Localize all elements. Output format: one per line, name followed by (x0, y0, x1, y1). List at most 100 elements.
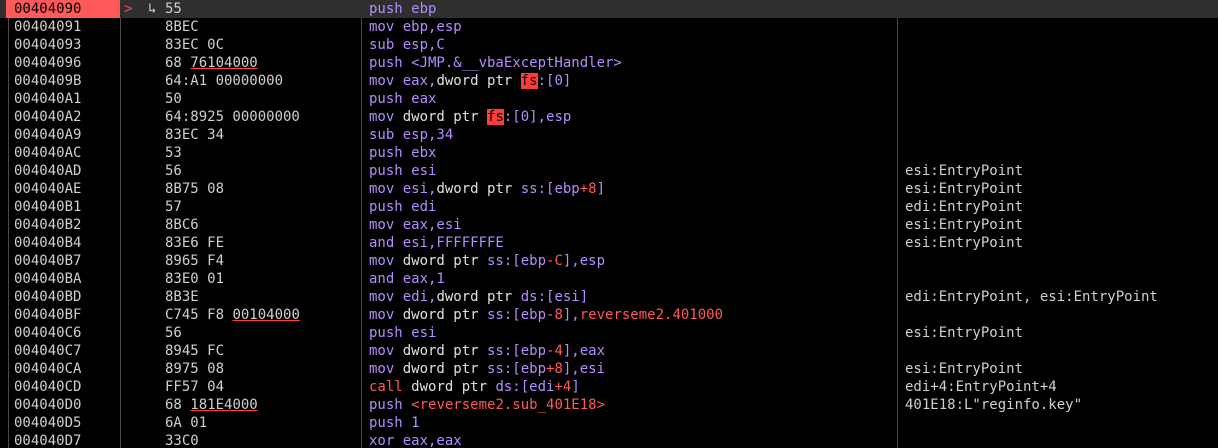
row-address[interactable]: 004040D0 (14, 396, 110, 414)
eip-arrow-icon: > (124, 1, 133, 17)
row-disassembly[interactable]: sub esp,34 (369, 126, 889, 144)
disassembly-row[interactable]: 00404093 83EC 0C sub esp,C (0, 36, 1218, 54)
row-disassembly[interactable]: xor eax,eax (369, 432, 889, 448)
row-address[interactable]: 00404090 (6, 0, 120, 18)
row-disassembly[interactable]: push ebp (369, 0, 889, 18)
row-address[interactable]: 004040D7 (14, 432, 110, 448)
row-address[interactable]: 004040B7 (14, 252, 110, 270)
row-address[interactable]: 004040C7 (14, 342, 110, 360)
row-bytes: 83EC 0C (165, 37, 225, 53)
row-disassembly[interactable]: mov dword ptr ss:[ebp-4],eax (369, 342, 889, 360)
disassembly-row[interactable]: 0040409B 64:A1 00000000 mov eax,dword ptr … (0, 72, 1218, 90)
row-disassembly[interactable]: call dword ptr ds:[edi+4] (369, 378, 889, 396)
row-address[interactable]: 0040409B (14, 72, 110, 90)
disassembly-row[interactable]: 004040BF C745 F8 00104000 mov dword ptr ss… (0, 306, 1218, 324)
row-address[interactable]: 004040B4 (14, 234, 110, 252)
row-disassembly[interactable]: push eax (369, 90, 889, 108)
row-address[interactable]: 004040A2 (14, 108, 110, 126)
row-address[interactable]: 00404096 (14, 54, 110, 72)
row-disassembly[interactable]: mov esi,dword ptr ss:[ebp+8] (369, 180, 889, 198)
row-comment (905, 414, 1217, 432)
row-disassembly[interactable]: mov edi,dword ptr ds:[esi] (369, 288, 889, 306)
row-disassembly[interactable]: mov eax,esi (369, 216, 889, 234)
row-address[interactable]: 004040BA (14, 270, 110, 288)
row-address[interactable]: 004040A1 (14, 90, 110, 108)
row-address[interactable]: 004040D5 (14, 414, 110, 432)
disassembly-row[interactable]: 004040AC 53 push ebx (0, 144, 1218, 162)
row-comment: esi:EntryPoint (905, 325, 1024, 341)
row-disassembly[interactable]: mov dword ptr ss:[ebp-8],reverseme2.4010… (369, 306, 889, 324)
row-address[interactable]: 004040BF (14, 306, 110, 324)
disassembly-row[interactable]: 004040C7 8945 FC mov dword ptr ss:[ebp-4],… (0, 342, 1218, 360)
disassembly-row[interactable]: 004040BD 8B3E mov edi,dword ptr ds:[esi] ed… (0, 288, 1218, 306)
row-comment (905, 108, 1217, 126)
row-address[interactable]: 00404093 (14, 36, 110, 54)
disassembly-row[interactable]: 004040A1 50 push eax (0, 90, 1218, 108)
row-bytes: 8975 08 (165, 361, 225, 377)
disassembly-row[interactable]: 004040B4 83E6 FE and esi,FFFFFFFE esi:Entry… (0, 234, 1218, 252)
row-disassembly[interactable]: push 1 (369, 414, 889, 432)
row-comment (905, 72, 1217, 90)
disassembly-row[interactable]: 004040CA 8975 08 mov dword ptr ss:[ebp+8],… (0, 360, 1218, 378)
row-disassembly[interactable]: sub esp,C (369, 36, 889, 54)
row-comment (905, 36, 1217, 54)
row-bytes: 68 181E4000 (165, 397, 258, 413)
disassembly-row[interactable]: 004040B7 8965 F4 mov dword ptr ss:[ebp-C],… (0, 252, 1218, 270)
row-comment (905, 90, 1217, 108)
row-bytes: 8B75 08 (165, 181, 225, 197)
disassembly-rows: 00404090 > ↳ 55 push ebp 00404091 8BEC mov ebp,… (0, 0, 1218, 448)
disassembly-row[interactable]: 004040AD 56 push esi esi:EntryPoint (0, 162, 1218, 180)
row-address[interactable]: 004040BD (14, 288, 110, 306)
disassembly-panel[interactable]: 00404090 > ↳ 55 push ebp 00404091 8BEC mov ebp,… (0, 0, 1218, 448)
row-bytes: FF57 04 (165, 379, 225, 395)
row-bytes: 56 (165, 163, 182, 179)
disassembly-row[interactable]: 004040D5 6A 01 push 1 (0, 414, 1218, 432)
row-disassembly[interactable]: mov dword ptr fs:[0],esp (369, 108, 889, 126)
row-disassembly[interactable]: and eax,1 (369, 270, 889, 288)
row-address[interactable]: 004040CD (14, 378, 110, 396)
row-address[interactable]: 004040A9 (14, 126, 110, 144)
row-address[interactable]: 004040AE (14, 180, 110, 198)
row-address[interactable]: 004040CA (14, 360, 110, 378)
row-disassembly[interactable]: mov dword ptr ss:[ebp-C],esp (369, 252, 889, 270)
disassembly-row[interactable]: 004040B1 57 push edi edi:EntryPoint (0, 198, 1218, 216)
disassembly-row[interactable]: 004040A2 64:8925 00000000 mov dword ptr fs… (0, 108, 1218, 126)
row-disassembly[interactable]: push ebx (369, 144, 889, 162)
row-comment (905, 252, 1217, 270)
disassembly-row[interactable]: 004040B2 8BC6 mov eax,esi esi:EntryPoint (0, 216, 1218, 234)
disassembly-row[interactable]: 00404091 8BEC mov ebp,esp (0, 18, 1218, 36)
row-comment (905, 126, 1217, 144)
row-bytes: 8BEC (165, 19, 199, 35)
row-comment (905, 144, 1217, 162)
disassembly-row[interactable]: 004040D7 33C0 xor eax,eax (0, 432, 1218, 448)
row-disassembly[interactable]: mov dword ptr ss:[ebp+8],esi (369, 360, 889, 378)
row-comment: esi:EntryPoint (905, 361, 1024, 377)
row-address[interactable]: 004040AC (14, 144, 110, 162)
row-bytes: 6A 01 (165, 415, 208, 431)
disassembly-row[interactable]: 004040A9 83EC 34 sub esp,34 (0, 126, 1218, 144)
row-bytes: 8965 F4 (165, 253, 225, 269)
disassembly-row[interactable]: 00404090 > ↳ 55 push ebp (0, 0, 1218, 18)
row-disassembly[interactable]: and esi,FFFFFFFE (369, 234, 889, 252)
row-address[interactable]: 004040AD (14, 162, 110, 180)
disassembly-row[interactable]: 004040CD FF57 04 call dword ptr ds:[edi+4]… (0, 378, 1218, 396)
row-address[interactable]: 004040C6 (14, 324, 110, 342)
disassembly-row[interactable]: 004040AE 8B75 08 mov esi,dword ptr ss:[ebp… (0, 180, 1218, 198)
disassembly-row[interactable]: 00404096 68 76104000 push <JMP.&__vbaExcep… (0, 54, 1218, 72)
row-comment: esi:EntryPoint (905, 217, 1024, 233)
row-disassembly[interactable]: push <reverseme2.sub_401E18> (369, 396, 889, 414)
row-disassembly[interactable]: push edi (369, 198, 889, 216)
row-bytes: 64:A1 00000000 (165, 73, 284, 89)
row-comment: edi:EntryPoint, esi:EntryPoint (905, 289, 1158, 305)
disassembly-row[interactable]: 004040D0 68 181E4000 push <reverseme2.sub_… (0, 396, 1218, 414)
disassembly-row[interactable]: 004040BA 83E0 01 and eax,1 (0, 270, 1218, 288)
row-disassembly[interactable]: mov ebp,esp (369, 18, 889, 36)
row-address[interactable]: 004040B1 (14, 198, 110, 216)
row-address[interactable]: 00404091 (14, 18, 110, 36)
row-disassembly[interactable]: mov eax,dword ptr fs:[0] (369, 72, 889, 90)
row-disassembly[interactable]: push esi (369, 324, 889, 342)
row-disassembly[interactable]: push esi (369, 162, 889, 180)
row-address[interactable]: 004040B2 (14, 216, 110, 234)
disassembly-row[interactable]: 004040C6 56 push esi esi:EntryPoint (0, 324, 1218, 342)
row-disassembly[interactable]: push <JMP.&__vbaExceptHandler> (369, 54, 889, 72)
